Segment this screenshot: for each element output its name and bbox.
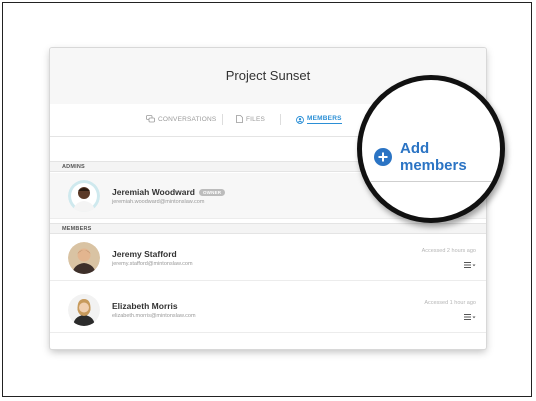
plus-circle-icon: [374, 148, 392, 166]
member-email: elizabeth.morris@mintonslaw.com: [112, 313, 196, 319]
divider: [362, 181, 500, 182]
add-members-button[interactable]: Add members: [374, 140, 500, 174]
add-members-label: Add members: [400, 140, 467, 174]
tab-divider: [222, 114, 223, 125]
member-name: Jeremy Stafford: [112, 249, 177, 259]
tab-files[interactable]: FILES: [236, 115, 265, 123]
members-section-header: MEMBERS: [50, 223, 486, 234]
avatar: [68, 294, 100, 326]
menu-icon[interactable]: [464, 313, 476, 321]
magnifier-callout: Add members: [357, 75, 505, 223]
owner-badge: OWNER: [198, 188, 226, 196]
avatar: [68, 180, 100, 212]
chat-bubbles-icon: [146, 115, 155, 123]
member-name-text: Jeremiah Woodward: [112, 187, 195, 197]
tab-divider: [280, 114, 281, 125]
menu-icon[interactable]: [464, 261, 476, 269]
tab-files-label: FILES: [246, 115, 266, 123]
member-row[interactable]: Elizabeth Morris elizabeth.morris@minton…: [50, 287, 486, 333]
member-name-text: Elizabeth Morris: [112, 301, 178, 311]
tab-members[interactable]: MEMBERS: [296, 115, 342, 124]
member-email: jeremiah.woodward@mintonslaw.com: [112, 199, 205, 205]
file-icon: [236, 115, 243, 123]
user-circle-icon: [296, 115, 304, 124]
tab-conversations[interactable]: CONVERSATIONS: [146, 115, 216, 123]
member-email: jeremy.stafford@mintonslaw.com: [112, 261, 193, 267]
avatar: [68, 242, 100, 274]
member-name: Jeremiah Woodward OWNER: [112, 187, 226, 197]
member-row[interactable]: Jeremy Stafford jeremy.stafford@mintonsl…: [50, 235, 486, 281]
last-accessed: Accessed 2 hours ago: [421, 248, 476, 254]
member-name: Elizabeth Morris: [112, 301, 178, 311]
member-name-text: Jeremy Stafford: [112, 249, 177, 259]
tab-members-label: MEMBERS: [307, 115, 342, 124]
tab-conversations-label: CONVERSATIONS: [158, 115, 217, 123]
last-accessed: Accessed 1 hour ago: [424, 300, 476, 306]
